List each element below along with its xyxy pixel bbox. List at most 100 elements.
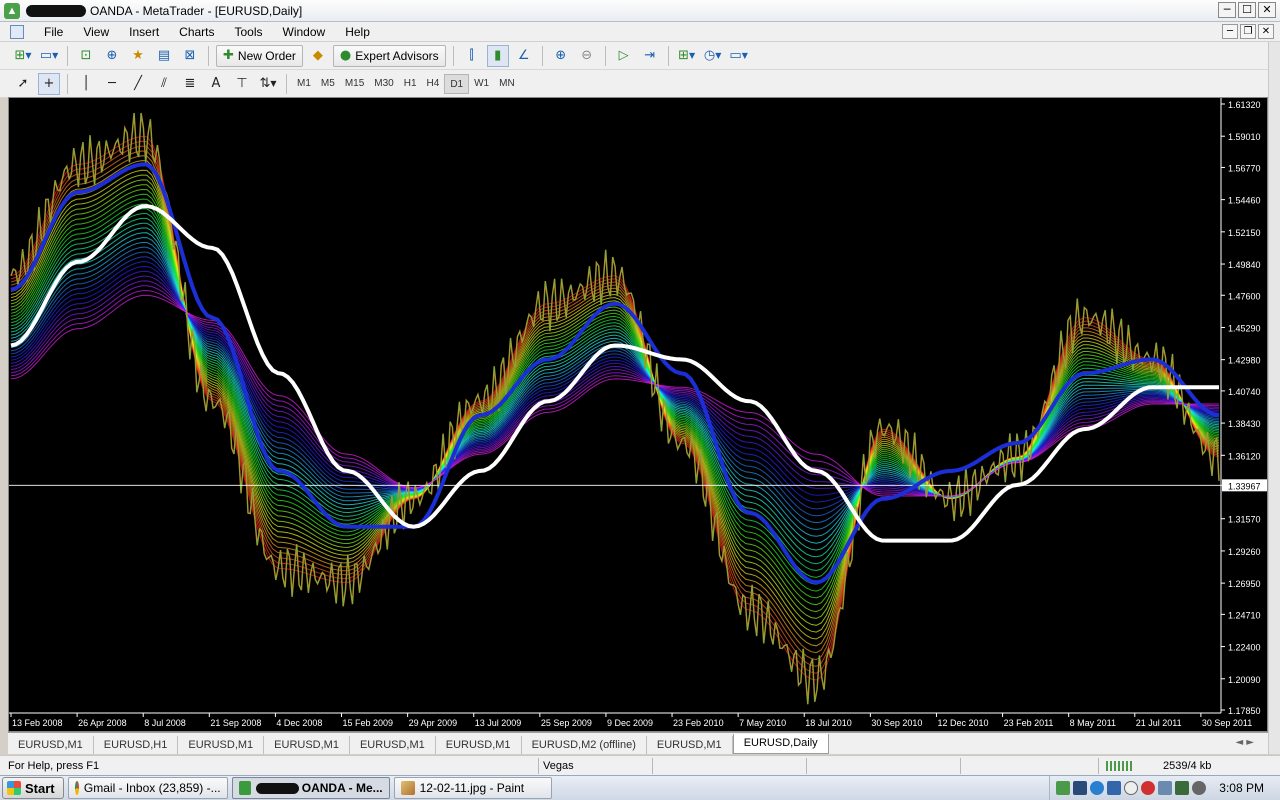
timeframe-h4[interactable]: H4 — [422, 74, 445, 94]
mdi-restore-button[interactable]: ❐ — [1240, 24, 1256, 39]
security-icon[interactable] — [1141, 781, 1156, 795]
timeframe-m1[interactable]: M1 — [292, 74, 316, 94]
navigator-button[interactable]: ★ — [127, 45, 149, 67]
menu-charts[interactable]: Charts — [169, 25, 224, 39]
mdi-minimize-button[interactable]: ─ — [1222, 24, 1238, 39]
price-series-line — [10, 112, 1220, 705]
expert-advisors-button[interactable]: ● Expert Advisors — [332, 44, 446, 67]
chart-tab[interactable]: EURUSD,M1 — [264, 736, 350, 754]
tray-app-icon[interactable] — [1056, 781, 1071, 795]
vertical-line-button[interactable]: │ — [75, 73, 97, 95]
menu-tools[interactable]: Tools — [225, 25, 273, 39]
toolbar-separator — [67, 73, 68, 94]
battery-icon[interactable] — [1175, 781, 1190, 795]
network-icon[interactable] — [1107, 781, 1122, 795]
chart-window[interactable]: 1.61320 1.59010 1.56770 1.54460 1.52150 1.498… — [8, 97, 1268, 732]
bar-chart-icon: ⫿ — [469, 48, 474, 63]
channel-button[interactable]: ⫽ — [153, 73, 175, 95]
menu-file[interactable]: File — [34, 25, 73, 39]
minimize-button[interactable]: ─ — [1218, 2, 1236, 18]
taskbar-item-paint[interactable]: 12-02-11.jpg - Paint — [393, 777, 552, 799]
timeframe-m5[interactable]: M5 — [316, 74, 340, 94]
price-axis-label: 1.59010 — [1228, 132, 1261, 142]
chart-shift-button[interactable]: ⇥ — [639, 45, 661, 67]
start-button[interactable]: Start — [2, 777, 64, 799]
new-order-button[interactable]: ✚ New Order — [216, 44, 303, 67]
status-bar: For Help, press F1 Vegas 2539/4 kb — [0, 755, 1280, 775]
zoom-out-button[interactable]: ⊖ — [576, 45, 598, 67]
monitor-icon[interactable] — [1073, 781, 1088, 795]
text-label-button[interactable]: ⊤ — [231, 73, 253, 95]
volume-icon[interactable] — [1192, 781, 1207, 795]
chart-tab[interactable]: EURUSD,M1 — [178, 736, 265, 754]
templates-icon: ▭ — [729, 48, 742, 63]
chrome-icon — [74, 781, 79, 795]
alert-button[interactable]: ◆ — [307, 45, 329, 67]
new-chart-button[interactable]: ⊞ ▼ — [12, 45, 34, 67]
arrows-button[interactable]: ⇅ ▼ — [257, 73, 279, 95]
periods-button[interactable]: ◷ ▼ — [702, 45, 724, 67]
timeframe-d1[interactable]: D1 — [444, 73, 470, 94]
price-chart[interactable]: 1.61320 1.59010 1.56770 1.54460 1.52150 1.498… — [9, 98, 1268, 732]
chart-tab[interactable]: EURUSD,M1 — [350, 736, 436, 754]
market-watch-button[interactable]: ⊡ — [75, 45, 97, 67]
bluetooth-icon[interactable] — [1090, 781, 1105, 795]
start-label: Start — [25, 780, 55, 796]
ma-fan-line — [10, 160, 1220, 647]
profiles-icon: ▭ — [39, 48, 53, 63]
line-chart-button[interactable]: ∠ — [513, 45, 535, 67]
fibonacci-button[interactable]: ≣ — [179, 73, 201, 95]
panda-icon[interactable] — [1124, 781, 1139, 795]
vertical-scrollbar[interactable] — [1268, 42, 1280, 754]
chart-tab[interactable]: EURUSD,M2 (offline) — [522, 736, 647, 754]
mdi-close-button[interactable]: ✕ — [1258, 24, 1274, 39]
chart-tab[interactable]: EURUSD,M1 — [436, 736, 522, 754]
close-button[interactable]: ✕ — [1258, 2, 1276, 18]
timeframe-m30[interactable]: M30 — [369, 74, 398, 94]
price-axis-label: 1.31570 — [1228, 515, 1261, 525]
trendline-button[interactable]: ╱ — [127, 73, 149, 95]
zoom-in-button[interactable]: ⊕ — [550, 45, 572, 67]
price-axis-label: 1.17850 — [1228, 706, 1261, 716]
timeframe-mn[interactable]: MN — [494, 74, 520, 94]
menu-window[interactable]: Window — [273, 25, 336, 39]
price-axis-label: 1.24710 — [1228, 610, 1261, 620]
tester-button[interactable]: ⊠ — [179, 45, 201, 67]
timeframe-w1[interactable]: W1 — [469, 74, 494, 94]
taskbar-item-metatrader[interactable]: OANDA - Me... — [231, 777, 390, 799]
menu-insert[interactable]: Insert — [119, 25, 169, 39]
cursor-button[interactable]: ➚ — [12, 73, 34, 95]
tab-scroll-arrows[interactable]: ◄ ► — [1235, 737, 1254, 748]
indicators-button[interactable]: ⊞ ▼ — [676, 45, 698, 67]
chart-shift-icon: ⇥ — [644, 48, 656, 63]
menu-view[interactable]: View — [73, 25, 119, 39]
timeframe-m15[interactable]: M15 — [340, 74, 369, 94]
auto-scroll-button[interactable]: ▷ — [613, 45, 635, 67]
date-axis-label: 4 Dec 2008 — [276, 718, 322, 728]
chart-tab[interactable]: EURUSD,M1 — [647, 736, 733, 754]
printer-icon[interactable] — [1158, 781, 1173, 795]
text-button[interactable]: A — [205, 73, 227, 95]
templates-button[interactable]: ▭ ▼ — [728, 45, 750, 67]
ma-fan-line — [10, 193, 1220, 599]
data-window-button[interactable]: ⊕ — [101, 45, 123, 67]
maximize-button[interactable]: ☐ — [1238, 2, 1256, 18]
status-divider — [652, 758, 653, 774]
menu-help[interactable]: Help — [335, 25, 380, 39]
document-icon[interactable] — [10, 24, 24, 39]
status-divider — [960, 758, 961, 774]
candlestick-button[interactable]: ▮ — [486, 44, 509, 67]
taskbar: Start Gmail - Inbox (23,859) -... OANDA … — [0, 775, 1280, 800]
horizontal-line-button[interactable]: ─ — [101, 73, 123, 95]
chart-tab-active[interactable]: EURUSD,Daily — [732, 734, 829, 754]
toolbar-separator — [541, 45, 543, 66]
chart-tab[interactable]: EURUSD,H1 — [94, 736, 179, 754]
bar-chart-button[interactable]: ⫿ — [461, 45, 483, 67]
chart-tab[interactable]: EURUSD,M1 — [8, 736, 94, 754]
crosshair-button[interactable]: + — [38, 72, 60, 95]
terminal-button[interactable]: ▤ — [153, 45, 175, 67]
profiles-button[interactable]: ▭ ▼ — [38, 45, 60, 67]
timeframe-h1[interactable]: H1 — [399, 74, 422, 94]
ma-fan-line — [10, 285, 1220, 497]
taskbar-item-chrome[interactable]: Gmail - Inbox (23,859) -... — [67, 777, 228, 799]
